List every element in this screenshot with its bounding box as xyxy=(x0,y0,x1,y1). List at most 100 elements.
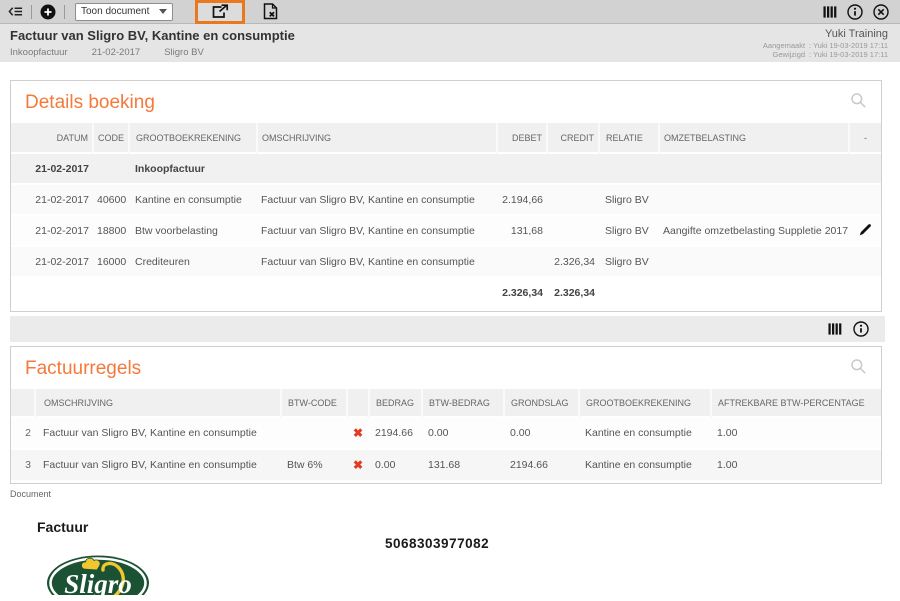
document-preview[interactable]: Factuur 5068303977082 Sligro xyxy=(0,499,900,595)
page-title: Factuur van Sligro BV, Kantine en consum… xyxy=(10,28,295,43)
invoice-doc-title: Factuur xyxy=(37,519,89,535)
col-btw-code[interactable]: BTW-CODE xyxy=(281,389,348,417)
created-label: Aangemaakt xyxy=(762,41,806,50)
col-credit[interactable]: CREDIT xyxy=(547,123,600,153)
columns-icon[interactable] xyxy=(823,5,837,19)
cell-bedrag: 2194.66 xyxy=(369,417,422,449)
details-totals-row: 2.326,34 2.326,34 xyxy=(11,276,881,309)
cell-code: 40600 xyxy=(93,184,129,215)
col-grootboekrekening[interactable]: GROOTBOEKREKENING xyxy=(579,389,712,417)
document-section-label: Document xyxy=(10,489,52,499)
add-icon[interactable] xyxy=(40,4,56,20)
col-datum[interactable]: DATUM xyxy=(11,123,94,153)
info-icon[interactable] xyxy=(847,3,863,20)
col-btw-bedrag[interactable]: BTW-BEDRAG xyxy=(422,389,505,417)
modified-value: : Yuki 19-03-2019 17:11 xyxy=(809,50,888,59)
chevron-down-icon xyxy=(159,9,167,14)
administration-name: Yuki Training xyxy=(825,28,888,40)
details-footer-strip xyxy=(10,316,885,342)
col-actions[interactable]: - xyxy=(849,123,881,153)
details-boeking-table: DATUM CODE GROOTBOEKREKENING OMSCHRIJVIN… xyxy=(11,123,881,310)
cell-datum: 21-02-2017 xyxy=(11,184,93,215)
logo-text: Sligro xyxy=(64,569,132,595)
col-omschrijving[interactable]: OMSCHRIJVING xyxy=(257,123,498,153)
sligro-logo: Sligro xyxy=(46,551,150,595)
share-document-button-highlighted[interactable] xyxy=(195,0,245,24)
toolbar: Toon document xyxy=(0,0,900,24)
toolbar-divider xyxy=(31,4,32,19)
cell-aftrekbare-btw-percentage: 1.00 xyxy=(711,417,881,449)
col-bedrag[interactable]: BEDRAG xyxy=(369,389,423,417)
cell-grootboekrekening: Kantine en consumptie xyxy=(129,184,257,215)
collapse-menu-icon[interactable] xyxy=(8,4,23,19)
factuurregels-header-row: OMSCHRIJVING BTW-CODE BEDRAG BTW-BEDRAG … xyxy=(11,389,881,417)
factuurregel-row[interactable]: 2 Factuur van Sligro BV, Kantine en cons… xyxy=(11,417,881,449)
cell-btw-bedrag: 0.00 xyxy=(422,417,504,449)
info-icon[interactable] xyxy=(853,321,869,337)
factuurregel-row[interactable]: 3 Factuur van Sligro BV, Kantine en cons… xyxy=(11,449,881,481)
col-debet[interactable]: DEBET xyxy=(497,123,548,153)
col-omschrijving[interactable]: OMSCHRIJVING xyxy=(35,389,282,417)
cell-grootboekrekening: Kantine en consumptie xyxy=(579,449,711,481)
col-code[interactable]: CODE xyxy=(93,123,130,153)
factuurregels-panel: Factuurregels OMSCHRIJVING BTW-CODE BEDR… xyxy=(10,346,882,484)
col-omzetbelasting[interactable]: OMZETBELASTING xyxy=(659,123,850,153)
delete-line-icon[interactable]: ✖ xyxy=(347,417,369,449)
factuurregels-table: OMSCHRIJVING BTW-CODE BEDRAG BTW-BEDRAG … xyxy=(11,389,881,482)
show-document-dropdown[interactable]: Toon document xyxy=(75,2,173,21)
col-grondslag[interactable]: GRONDSLAG xyxy=(504,389,580,417)
cell-omschrijving: Factuur van Sligro BV, Kantine en consum… xyxy=(257,246,497,277)
cell-btw-bedrag: 131.68 xyxy=(422,449,504,481)
cell-grondslag: 0.00 xyxy=(504,417,579,449)
cell-omschrijving: Factuur van Sligro BV, Kantine en consum… xyxy=(35,417,281,449)
search-icon[interactable] xyxy=(850,92,867,114)
cell-aftrekbare-btw-percentage: 1.00 xyxy=(711,449,881,481)
cell-credit xyxy=(547,184,599,215)
cell-debet: 2.194,66 xyxy=(497,184,547,215)
cell-grootboekrekening: Btw voorbelasting xyxy=(129,215,257,246)
cell-code: 16000 xyxy=(93,246,129,277)
cell-omschrijving: Factuur van Sligro BV, Kantine en consum… xyxy=(257,184,497,215)
details-group-row[interactable]: 21-02-2017 Inkoopfactuur xyxy=(11,153,881,184)
columns-icon[interactable] xyxy=(828,322,842,336)
delete-line-icon[interactable]: ✖ xyxy=(347,449,369,481)
cell-grondslag: 2194.66 xyxy=(504,449,579,481)
total-debet: 2.326,34 xyxy=(497,276,547,309)
factuurregels-title: Factuurregels xyxy=(25,358,142,379)
cell-relatie: Sligro BV xyxy=(599,215,659,246)
close-icon[interactable] xyxy=(873,3,889,20)
show-document-dropdown-value: Toon document xyxy=(81,6,150,17)
details-row[interactable]: 21-02-2017 16000 Crediteuren Factuur van… xyxy=(11,246,881,277)
cell-grootboekrekening: Crediteuren xyxy=(129,246,257,277)
remove-document-icon[interactable] xyxy=(263,3,278,20)
details-boeking-panel: Details boeking DATUM CODE GROOTBOEKREKE… xyxy=(10,80,882,312)
cell-line-no: 2 xyxy=(11,417,35,449)
cell-omzetbelasting xyxy=(659,184,849,215)
col-grootboekrekening[interactable]: GROOTBOEKREKENING xyxy=(129,123,258,153)
details-row[interactable]: 21-02-2017 40600 Kantine en consumptie F… xyxy=(11,184,881,215)
invoice-barcode-number: 5068303977082 xyxy=(385,536,490,551)
page-header: Factuur van Sligro BV, Kantine en consum… xyxy=(0,24,900,62)
details-row[interactable]: 21-02-2017 18800 Btw voorbelasting Factu… xyxy=(11,215,881,246)
modified-label: Gewijzigd xyxy=(772,50,806,59)
cell-datum: 21-02-2017 xyxy=(11,153,93,184)
cell-datum: 21-02-2017 xyxy=(11,246,93,277)
cell-omzetbelasting: Aangifte omzetbelasting Suppletie 2017 xyxy=(659,215,849,246)
col-aftrekbare-btw-percentage[interactable]: AFTREKBARE BTW-PERCENTAGE xyxy=(711,389,881,417)
created-value: : Yuki 19-03-2019 17:11 xyxy=(809,41,888,50)
details-header-row: DATUM CODE GROOTBOEKREKENING OMSCHRIJVIN… xyxy=(11,123,881,153)
share-icon xyxy=(211,4,229,19)
cell-relatie: Sligro BV xyxy=(599,246,659,277)
cell-btw-code xyxy=(281,417,347,449)
toolbar-divider xyxy=(64,4,65,19)
doc-type: Inkoopfactuur xyxy=(10,47,68,58)
search-icon[interactable] xyxy=(850,358,867,380)
cell-omschrijving: Factuur van Sligro BV, Kantine en consum… xyxy=(35,449,281,481)
cell-debet: 131,68 xyxy=(497,215,547,246)
cell-grootboekrekening: Kantine en consumptie xyxy=(579,417,711,449)
doc-relation: Sligro BV xyxy=(164,47,204,58)
col-relatie[interactable]: RELATIE xyxy=(599,123,660,153)
cell-omzetbelasting xyxy=(659,246,849,277)
edit-icon[interactable] xyxy=(849,215,881,246)
cell-code: 18800 xyxy=(93,215,129,246)
